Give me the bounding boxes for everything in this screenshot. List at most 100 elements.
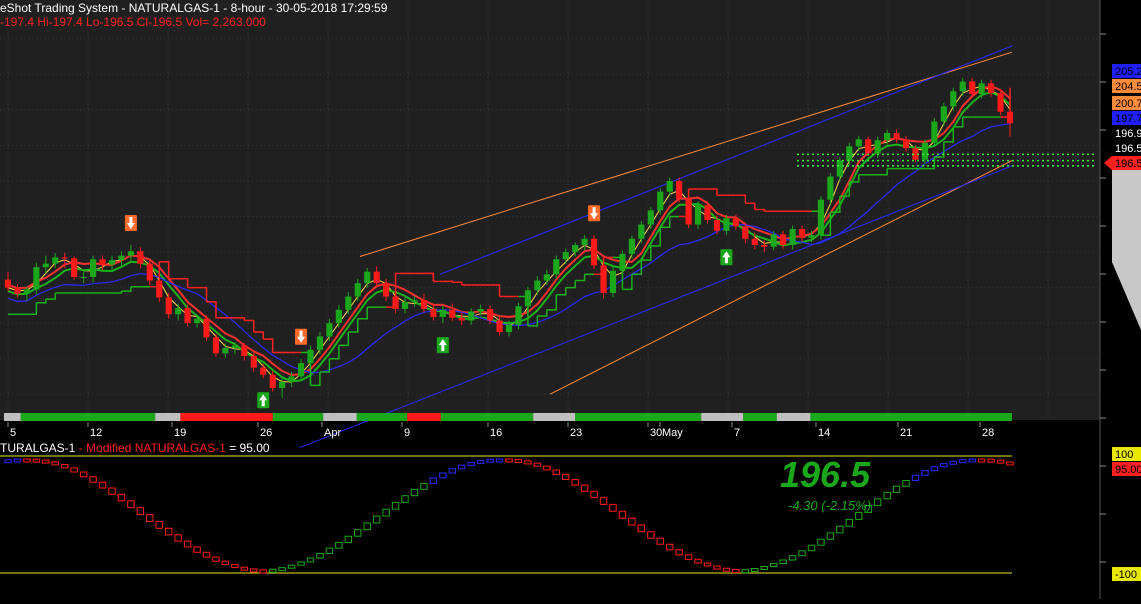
change-watermark: -4.30 (-2.15%): [788, 498, 871, 513]
oscillator-panel-bg: [0, 436, 1100, 582]
candle-body: [61, 257, 68, 259]
candle-body: [383, 283, 390, 297]
candle-body: [666, 181, 673, 192]
candle-body: [137, 251, 144, 264]
candle-body: [572, 244, 579, 253]
x-tick-label: 9: [404, 427, 410, 439]
candle-body: [921, 142, 928, 160]
big-price-watermark: 196.5: [780, 454, 871, 495]
price-tag-text: 196.9: [1115, 128, 1141, 140]
candle-body: [326, 323, 333, 337]
candle-body: [798, 228, 806, 238]
candle-body: [458, 317, 465, 321]
candle-body: [553, 259, 560, 275]
candle-body: [534, 280, 541, 291]
trend-segment: [810, 413, 1012, 421]
candle-body: [165, 297, 172, 315]
candle: [865, 136, 872, 157]
osc-tag-text: -100: [1115, 569, 1137, 581]
candle-body: [940, 106, 947, 122]
candle: [203, 315, 210, 341]
candle-body: [222, 348, 229, 354]
candle-body: [193, 318, 201, 324]
system-name: eShot Trading System: [0, 1, 119, 15]
candle-body: [562, 252, 569, 260]
trend-segment: [743, 413, 777, 421]
trend-segment: [356, 413, 408, 421]
price-chart[interactable]: 5 12 19 26 Apr 9 16 23 30 May 7 14 21 28 205.2 204.5 20…: [0, 0, 1141, 599]
trend-segment: [776, 413, 811, 421]
candle-body: [874, 140, 881, 154]
candle-body: [1006, 111, 1014, 124]
candle-body: [855, 139, 862, 147]
candle-body: [770, 234, 777, 247]
candle-body: [23, 289, 30, 294]
candle-body: [231, 345, 238, 349]
x-tick-label: 26: [260, 427, 272, 439]
trend-segment: [701, 413, 744, 421]
price-tag-text: 204.5: [1115, 81, 1141, 93]
trend-segment: [272, 413, 324, 421]
buy-arrow-icon: [720, 249, 733, 266]
trend-segment: [440, 413, 534, 421]
candle-body: [505, 324, 513, 333]
candle-body: [817, 199, 825, 236]
symbol-name: NATURALGAS-1: [128, 1, 220, 15]
candle: [591, 235, 598, 269]
sell-arrow-icon: [295, 328, 308, 345]
candle-body: [713, 220, 721, 231]
candle-body: [761, 244, 768, 247]
candle-body: [685, 198, 692, 225]
candle-body: [316, 336, 324, 350]
candle-body: [884, 133, 891, 141]
candle-body: [647, 210, 654, 225]
candle: [71, 256, 78, 280]
candle-body: [959, 81, 966, 92]
timeframe: 8-hour: [230, 1, 266, 15]
x-tick-label: 21: [900, 427, 912, 439]
candle-body: [156, 280, 163, 298]
candle-body: [732, 218, 739, 227]
osc-tag-text: 95.00: [1115, 464, 1141, 476]
candle-body: [33, 267, 40, 290]
candle-body: [789, 228, 796, 245]
candle-body: [118, 255, 125, 261]
candle-body: [591, 238, 598, 266]
candle-body: [288, 376, 295, 382]
candle: [609, 266, 617, 298]
header-title: eShot Trading System - NATURALGAS-1 - 8-…: [0, 1, 388, 15]
candle-body: [335, 309, 342, 324]
candle-body: [52, 257, 59, 264]
trend-segment: [20, 413, 156, 421]
candle-body: [468, 311, 475, 321]
candle-body: [751, 238, 758, 245]
candle-body: [619, 253, 626, 271]
candle-body: [401, 301, 409, 309]
price-tag-text: 197.7: [1115, 113, 1141, 125]
candle: [827, 173, 834, 205]
candle: [676, 177, 683, 203]
candle-body: [723, 218, 730, 231]
candle-body: [836, 160, 843, 177]
x-tick-label: 16: [490, 427, 502, 439]
candle-body: [42, 263, 49, 268]
buy-arrow-icon: [257, 392, 270, 409]
buy-arrow-icon: [436, 337, 449, 354]
candle-body: [90, 259, 97, 277]
candle-body: [581, 238, 588, 245]
x-tick-label: 30: [650, 427, 662, 439]
candle-body: [99, 259, 106, 265]
candle-body: [4, 279, 12, 288]
x-tick-label: 14: [818, 427, 830, 439]
candle: [685, 196, 692, 229]
trend-segment: [4, 413, 21, 421]
candle-body: [543, 274, 550, 281]
candle-body: [71, 258, 78, 277]
candle-body: [988, 83, 995, 94]
candle-body: [487, 308, 494, 321]
price-tag-text: 200.7: [1115, 98, 1141, 110]
candle-body: [742, 226, 749, 239]
oscillator-header: TURALGAS-1 - Modified NATURALGAS-1 = 95.…: [0, 441, 270, 455]
x-tick-label: 12: [90, 427, 102, 439]
chart-window: 5 12 19 26 Apr 9 16 23 30 May 7 14 21 28 205.2 204.5 20…: [0, 0, 1141, 599]
